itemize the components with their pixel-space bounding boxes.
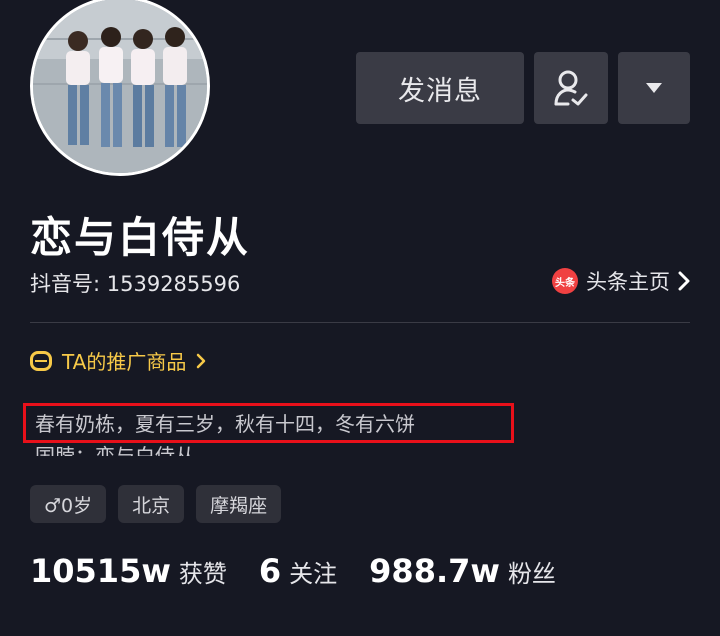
divider [30,322,690,323]
send-message-button[interactable]: 发消息 [356,52,524,124]
stat-fans[interactable]: 988.7w 粉丝 [369,552,556,590]
highlight-box [23,403,514,443]
tag-location: 北京 [118,485,185,523]
shop-icon [30,350,52,371]
toutiao-label: 头条主页 [586,270,670,294]
stat-likes[interactable]: 10515w 获赞 [30,552,227,590]
likes-count: 10515w [30,552,171,590]
follow-status-button[interactable] [534,52,608,124]
more-options-button[interactable] [618,52,690,124]
profile-tags: ♂0岁 北京 摩羯座 [30,485,282,523]
toutiao-logo-icon: 头条 [552,268,578,294]
following-label: 关注 [289,560,338,588]
tag-zodiac: 摩羯座 [196,485,282,523]
fans-count: 988.7w [369,552,500,590]
chevron-right-icon [197,353,206,368]
user-check-icon [554,70,588,106]
send-message-label: 发消息 [398,75,482,107]
profile-avatar[interactable] [30,0,210,176]
promoted-products-link[interactable]: TA的推广商品 [30,346,206,375]
chevron-right-icon [678,271,690,291]
tag-gender-age: ♂0岁 [30,485,107,523]
toutiao-homepage-link[interactable]: 头条 头条主页 [552,266,690,296]
avatar-photo [33,0,207,173]
following-count: 6 [258,552,282,590]
caret-down-icon [646,83,662,93]
douyin-id[interactable]: 抖音号: 1539285596 [30,268,240,298]
bio-line-2: 国脖：恋与白侍从 [35,444,195,468]
profile-stats: 10515w 获赞 6 关注 988.7w 粉丝 [30,552,588,590]
stat-following[interactable]: 6 关注 [259,552,337,590]
likes-label: 获赞 [178,560,227,588]
fans-label: 粉丝 [507,560,556,588]
profile-name: 恋与白侍从 [30,213,251,262]
promo-label: TA的推广商品 [62,350,187,374]
